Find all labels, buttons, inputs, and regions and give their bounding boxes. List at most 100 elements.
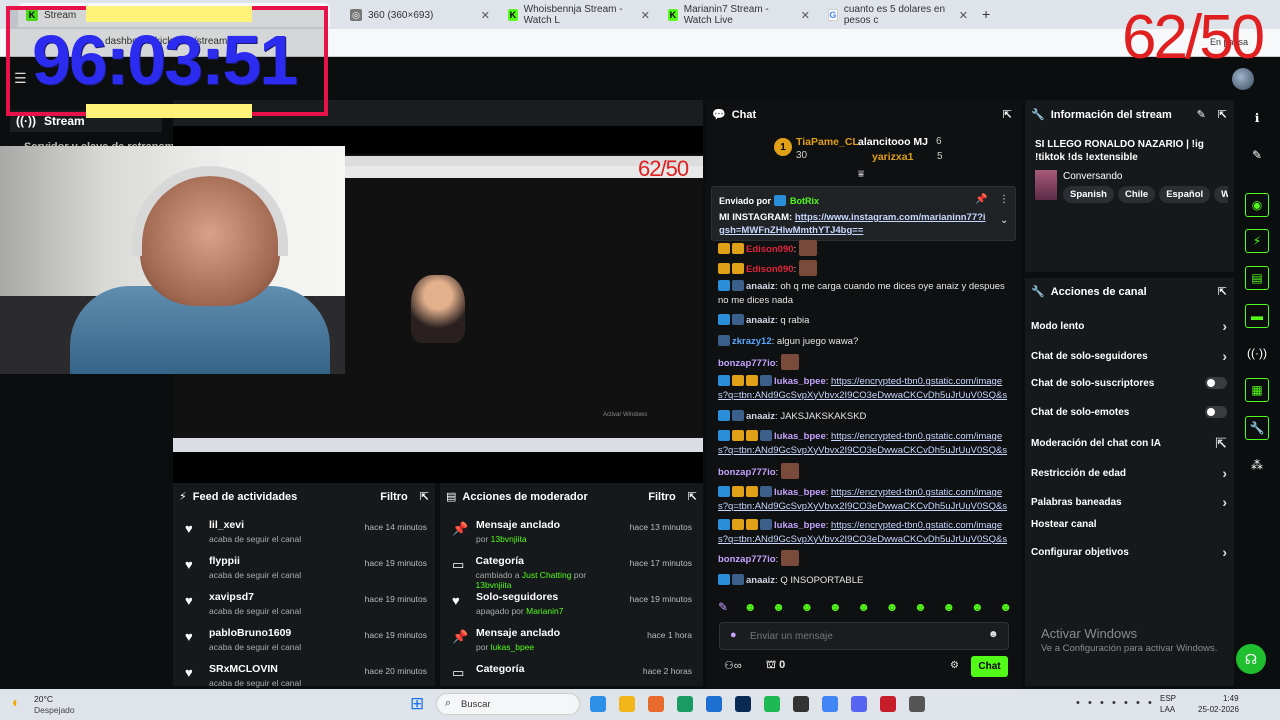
files-icon[interactable]	[619, 696, 635, 712]
network-icon[interactable]: •	[1124, 697, 1128, 709]
category-thumbnail[interactable]	[1035, 170, 1057, 200]
channel-action-item[interactable]: Modo lento ›	[1031, 318, 1227, 334]
people-icon[interactable]: ⁂	[1242, 453, 1272, 477]
tab-image[interactable]: ◎ 360 (360×693) ✕	[342, 3, 498, 27]
popout-icon[interactable]: ⇱	[688, 490, 697, 503]
chat-message[interactable]: lukas_bpee: https://encrypted-tbn0.gstat…	[718, 519, 1008, 546]
feed-user[interactable]: SRxMCLOVIN	[209, 663, 301, 675]
emote-icon[interactable]: ☻	[801, 600, 814, 616]
tag-pill[interactable]: Spanish	[1063, 186, 1114, 203]
mic-icon[interactable]: •	[1112, 697, 1116, 709]
channel-action-item[interactable]: Chat de solo-suscriptores	[1031, 377, 1227, 389]
pin-icon[interactable]: 📌	[975, 194, 987, 205]
weather-temp[interactable]: 20°C	[34, 694, 53, 704]
channel-action-item[interactable]: Configurar objetivos ›	[1031, 544, 1227, 560]
close-tab-icon[interactable]: ✕	[959, 9, 968, 22]
emoji-icon[interactable]: ☻	[988, 629, 999, 640]
chat-message[interactable]: bonzap777io:	[718, 354, 1008, 371]
mod-action-item[interactable]: ♥ Solo-seguidores apagado por Marianin7 hac…	[452, 591, 692, 627]
leader3-name[interactable]: yarizxa1	[872, 151, 913, 163]
chat-username[interactable]: lukas_bpee	[774, 487, 826, 498]
chevron-down-icon[interactable]: ⌄	[1000, 215, 1008, 226]
channel-action-item[interactable]: Hostear canal	[1031, 519, 1227, 530]
feed-filter-button[interactable]: Filtro	[380, 491, 408, 503]
chat-input[interactable]	[750, 628, 980, 644]
chat-username[interactable]: bonzap777io	[718, 467, 776, 478]
chat-message[interactable]: anaaiz: JAKSJAKSKAKSKD	[718, 410, 1008, 424]
rail-layout-icon[interactable]: ▦	[1242, 378, 1272, 402]
acrobat-icon[interactable]	[880, 696, 896, 712]
tag-pill[interactable]: Chile	[1117, 186, 1156, 203]
chat-message[interactable]: bonzap777io:	[718, 550, 1008, 567]
toggle-switch[interactable]	[1205, 406, 1227, 418]
channel-action-item[interactable]: Chat de solo-emotes	[1031, 406, 1227, 418]
chat-username[interactable]: lukas_bpee	[774, 520, 826, 531]
chat-input-box[interactable]: ● ☻	[719, 622, 1009, 650]
feed-user[interactable]: xavipsd7	[209, 591, 301, 603]
popout-icon[interactable]: ⇱	[1218, 285, 1227, 298]
chat-message[interactable]: lukas_bpee: https://encrypted-tbn0.gstat…	[718, 375, 1008, 402]
mod-action-item[interactable]: ▭ Categoría cambiado a Just Chatting por 1…	[452, 555, 692, 591]
rail-camera-icon[interactable]: ◉	[1242, 193, 1272, 217]
chat-message[interactable]: lukas_bpee: https://encrypted-tbn0.gstat…	[718, 486, 1008, 513]
rail-list-icon[interactable]: ▤	[1242, 266, 1272, 290]
close-tab-icon[interactable]: ✕	[801, 9, 810, 22]
settings-icon[interactable]	[909, 696, 925, 712]
feed-item[interactable]: ♥ flyppii acaba de seguir el canal hace 19 …	[185, 555, 427, 591]
chat-username[interactable]: Edison090	[746, 244, 794, 255]
chevron-up-icon[interactable]: •	[1076, 697, 1080, 709]
emote-icon[interactable]: ☻	[914, 600, 927, 616]
chat-username[interactable]: anaaiz	[746, 411, 775, 422]
terminal-icon[interactable]	[735, 696, 751, 712]
chat-message[interactable]: anaaiz: oh q me carga cuando me dices oy…	[718, 280, 1008, 307]
rail-wrench-icon[interactable]: 🔧	[1242, 416, 1272, 440]
leader2-name[interactable]: alancitooo MJ	[858, 136, 928, 148]
rail-bolt-icon[interactable]: ⚡	[1242, 229, 1272, 253]
emote-icon[interactable]: ☻	[886, 600, 899, 616]
mic-icon[interactable]: ●	[730, 629, 737, 641]
chat-username[interactable]: lukas_bpee	[774, 376, 826, 387]
emote-icon[interactable]: ☻	[744, 600, 757, 616]
clock-date[interactable]: 25-02-2026	[1198, 705, 1239, 714]
more-icon[interactable]: ⋮	[999, 194, 1009, 205]
broadcast-icon[interactable]: ((·))	[1242, 341, 1272, 365]
toggle-switch[interactable]	[1205, 377, 1227, 389]
app-tray-icon[interactable]: •	[1088, 697, 1092, 709]
chat-message[interactable]: anaaiz: q rabia	[718, 314, 1008, 328]
taskbar-search[interactable]: ⌕ Buscar	[436, 693, 580, 715]
chrome-icon[interactable]	[822, 696, 838, 712]
chat-username[interactable]: Edison090	[746, 264, 794, 275]
emote-icon[interactable]: ☻	[999, 600, 1012, 616]
feed-item[interactable]: ♥ lil_xevi acaba de seguir el canal hace 14…	[185, 519, 427, 555]
popout-icon[interactable]: ⇱	[1003, 108, 1012, 121]
emote-icon[interactable]: ☻	[829, 600, 842, 616]
photos-icon[interactable]	[648, 696, 664, 712]
store-icon[interactable]	[706, 696, 722, 712]
rail-chat-icon[interactable]: ▬	[1242, 304, 1272, 328]
obs-icon[interactable]	[793, 696, 809, 712]
mod-detail-link[interactable]: 13bvnjiita	[476, 580, 512, 590]
discord-icon[interactable]	[851, 696, 867, 712]
emote-icon[interactable]: ☻	[971, 600, 984, 616]
feed-user[interactable]: pabloBruno1609	[209, 627, 301, 639]
clock-time[interactable]: 1:49	[1223, 694, 1239, 703]
support-button[interactable]: ☊	[1236, 644, 1266, 674]
close-tab-icon[interactable]: ✕	[641, 9, 650, 22]
chat-username[interactable]: zkrazy12	[732, 336, 772, 347]
tag-pill[interactable]: Wa	[1214, 186, 1228, 203]
wifi-icon[interactable]: •	[1100, 697, 1104, 709]
mod-tools-icon[interactable]: ⚇∞	[724, 659, 742, 672]
popout-icon[interactable]: ⇱	[1218, 108, 1227, 121]
copilot-icon[interactable]	[590, 696, 606, 712]
channel-action-item[interactable]: Restricción de edad ›	[1031, 465, 1227, 481]
pencil-icon[interactable]: ✎	[1242, 143, 1272, 167]
mod-detail-link[interactable]: Marianin7	[526, 606, 563, 616]
chat-message[interactable]: zkrazy12: algun juego wawa?	[718, 335, 1008, 349]
edit-icon[interactable]: ✎	[1197, 108, 1206, 121]
feed-user[interactable]: flyppii	[209, 555, 301, 567]
mod-detail-link[interactable]: 13bvnjiita	[491, 534, 527, 544]
tab-whoisbennja[interactable]: K Whoisbennja Stream - Watch L ✕	[500, 3, 658, 27]
feed-user[interactable]: lil_xevi	[209, 519, 301, 531]
leader1-name[interactable]: TiaPame_CL	[796, 136, 859, 148]
channel-action-item[interactable]: Chat de solo-seguidores ›	[1031, 348, 1227, 364]
